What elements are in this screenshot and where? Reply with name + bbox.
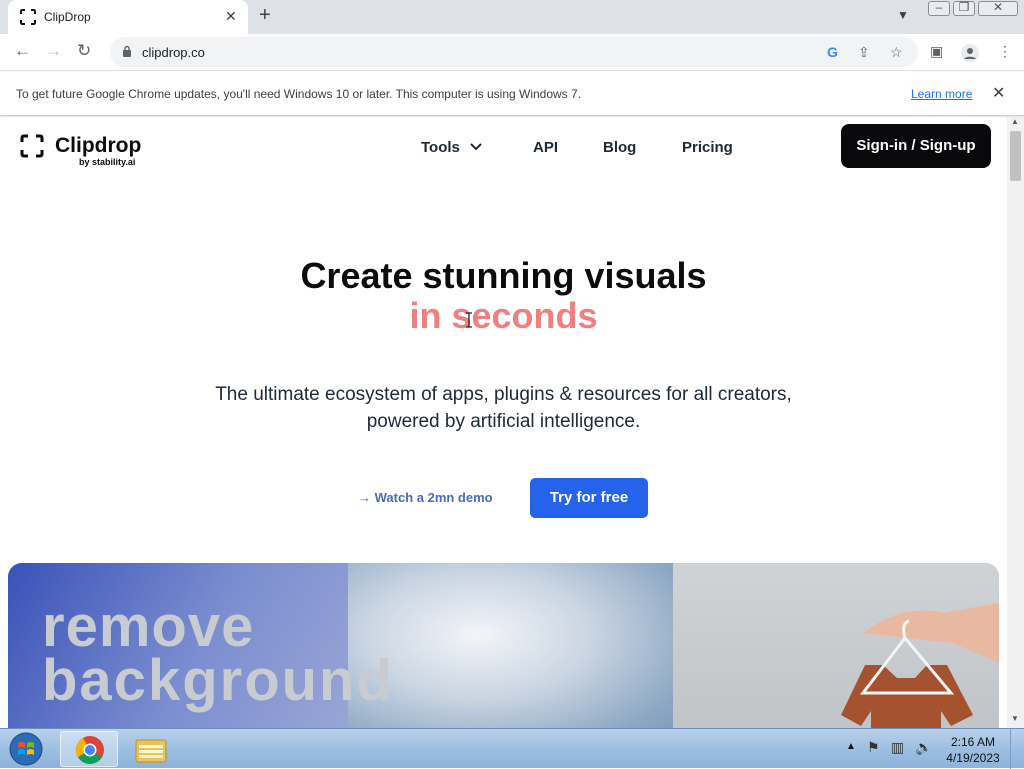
windows-taskbar: ▲ ⚑ ▥ 🔈 2:16 AM 4/19/2023 bbox=[0, 728, 1024, 769]
learn-more-link[interactable]: Learn more bbox=[911, 87, 972, 101]
hero-panel-shirt bbox=[673, 563, 999, 728]
watch-demo-link[interactable]: → Watch a 2mn demo bbox=[358, 490, 493, 505]
hero-remove-background-card[interactable]: remove background bbox=[8, 563, 999, 728]
headline-line2: in seconds bbox=[409, 295, 598, 336]
infobar-message: To get future Google Chrome updates, you… bbox=[16, 87, 582, 101]
windows-start-icon[interactable] bbox=[4, 731, 48, 767]
chrome-icon bbox=[76, 736, 104, 764]
back-arrow-icon[interactable]: ← bbox=[14, 41, 31, 61]
close-window-button[interactable]: ✕ bbox=[978, 0, 1018, 16]
chrome-menu-icon[interactable]: ⋮ bbox=[998, 43, 1012, 60]
scrollbar-thumb[interactable] bbox=[1010, 131, 1021, 181]
signin-button[interactable]: Sign-in / Sign-up bbox=[841, 124, 991, 168]
scroll-up-arrow-icon[interactable]: ▲ bbox=[1011, 117, 1019, 126]
google-translate-icon[interactable]: G bbox=[827, 44, 838, 60]
nav-tools[interactable]: Tools bbox=[421, 139, 460, 156]
headline-line1: Create stunning visuals bbox=[300, 255, 707, 296]
folder-icon bbox=[135, 739, 167, 763]
clipdrop-logo-icon[interactable] bbox=[20, 134, 44, 158]
tab-strip: ClipDrop ✕ + ▼ – ❐ ✕ bbox=[0, 0, 1024, 34]
hero-title-line2: background bbox=[42, 648, 394, 713]
logo-text[interactable]: Clipdrop bbox=[55, 134, 141, 158]
clipdrop-favicon-icon bbox=[20, 9, 36, 25]
tray-time: 2:16 AM bbox=[950, 735, 996, 749]
scroll-down-arrow-icon[interactable]: ▼ bbox=[1011, 714, 1019, 723]
page-viewport: Clipdrop by stability.ai Tools API Blog … bbox=[0, 117, 1007, 728]
side-panel-icon[interactable]: ▣ bbox=[930, 43, 943, 60]
chevron-down-icon[interactable] bbox=[469, 142, 483, 152]
update-infobar: To get future Google Chrome updates, you… bbox=[0, 72, 1024, 116]
restore-button[interactable]: ❐ bbox=[953, 0, 975, 16]
show-desktop-button[interactable] bbox=[1010, 729, 1024, 769]
profile-avatar-icon[interactable] bbox=[960, 43, 980, 63]
shirt-on-hanger-image bbox=[841, 603, 999, 728]
share-icon[interactable]: ⇪ bbox=[858, 44, 870, 61]
close-tab-icon[interactable]: ✕ bbox=[225, 8, 237, 25]
bookmark-star-icon[interactable]: ☆ bbox=[890, 44, 903, 61]
volume-muted-icon[interactable]: 🔈 bbox=[915, 739, 932, 756]
url-text: clipdrop.co bbox=[142, 45, 205, 60]
reload-icon[interactable]: ↻ bbox=[77, 41, 91, 61]
address-bar[interactable]: clipdrop.co G ⇪ ☆ bbox=[110, 37, 918, 67]
browser-toolbar: ← → ↻ clipdrop.co G ⇪ ☆ ▣ ⋮ bbox=[0, 34, 1024, 71]
nav-blog[interactable]: Blog bbox=[603, 139, 636, 156]
hero-panel-sky bbox=[348, 563, 673, 728]
nav-pricing[interactable]: Pricing bbox=[682, 139, 733, 156]
close-infobar-icon[interactable]: ✕ bbox=[992, 83, 1005, 103]
lock-icon bbox=[123, 45, 131, 57]
forward-arrow-icon[interactable]: → bbox=[45, 41, 62, 61]
logo-subtitle: by stability.ai bbox=[79, 157, 136, 167]
taskbar-explorer[interactable] bbox=[122, 731, 180, 767]
new-tab-icon[interactable]: + bbox=[259, 4, 271, 27]
tab-title: ClipDrop bbox=[44, 10, 91, 24]
subheadline-line2: powered by artificial intelligence. bbox=[366, 411, 641, 432]
tray-date: 4/19/2023 bbox=[946, 751, 1000, 765]
tab-clipdrop[interactable]: ClipDrop ✕ bbox=[8, 0, 248, 34]
action-center-icon[interactable]: ⚑ bbox=[867, 739, 880, 756]
subheadline-line1: The ultimate ecosystem of apps, plugins … bbox=[215, 384, 792, 405]
nav-api[interactable]: API bbox=[533, 139, 558, 156]
tray-expand-icon[interactable]: ▲ bbox=[846, 741, 856, 752]
subheadline: The ultimate ecosystem of apps, plugins … bbox=[0, 381, 1007, 435]
taskbar-chrome[interactable] bbox=[60, 731, 118, 767]
minimize-button[interactable]: – bbox=[928, 0, 950, 16]
page-scrollbar[interactable]: ▲ ▼ bbox=[1007, 117, 1024, 728]
tab-search-chevron-icon[interactable]: ▼ bbox=[897, 8, 909, 22]
tray-clock[interactable]: 2:16 AM 4/19/2023 bbox=[944, 734, 1002, 766]
try-for-free-button[interactable]: Try for free bbox=[530, 478, 648, 518]
network-icon[interactable]: ▥ bbox=[891, 739, 904, 756]
text-cursor-icon bbox=[466, 312, 472, 328]
